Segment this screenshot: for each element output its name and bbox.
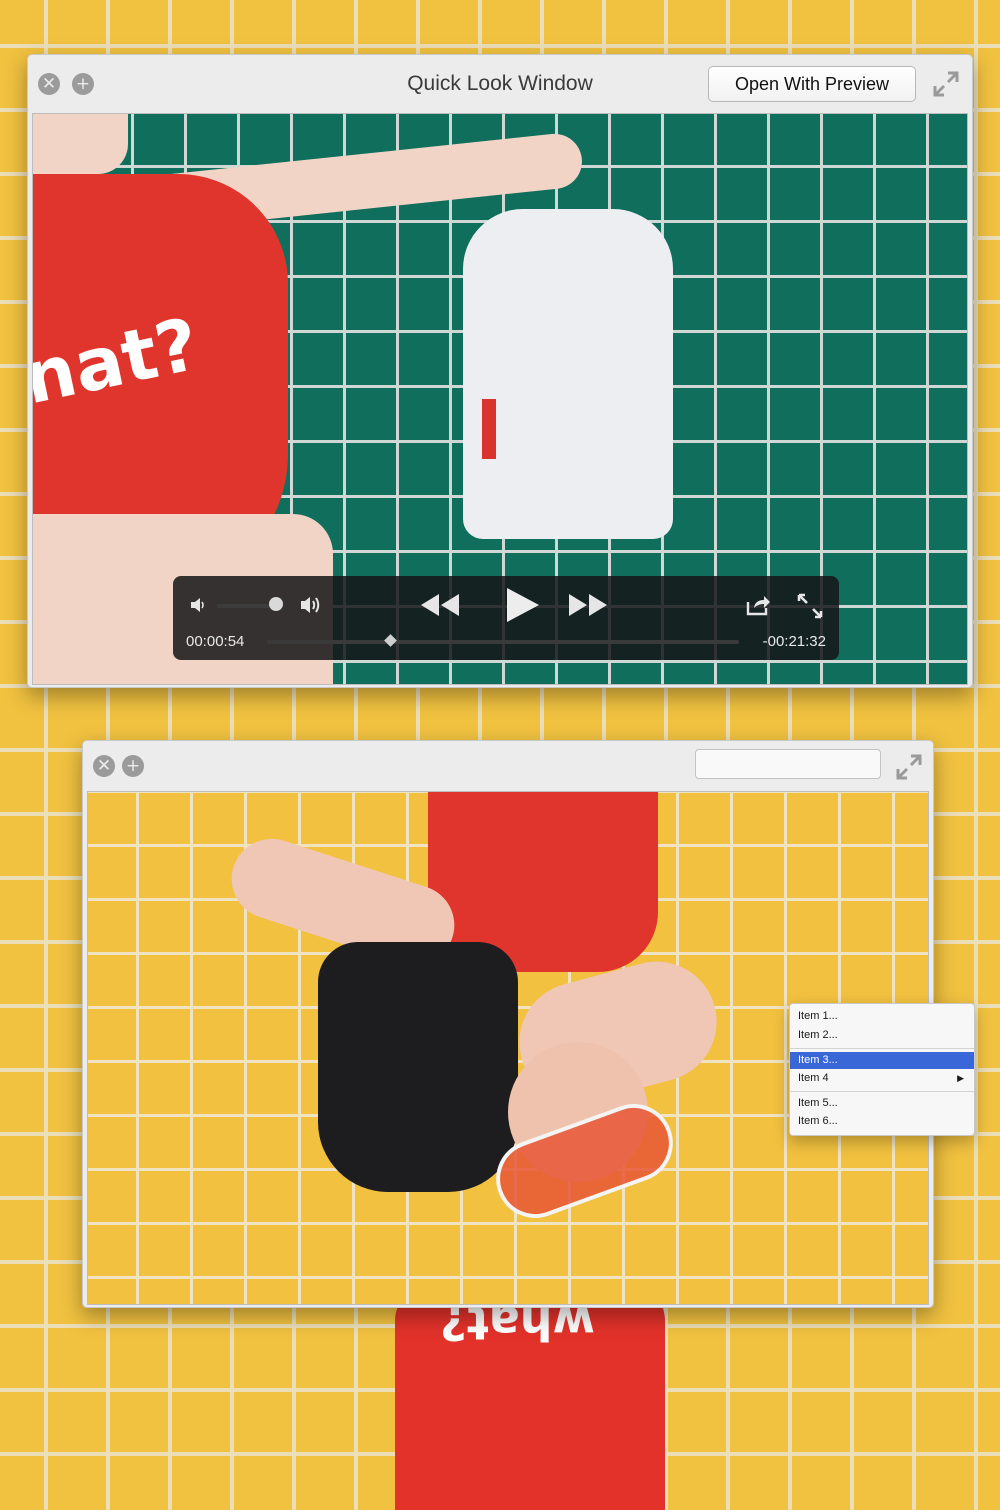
menu-item-1[interactable]: Item 1... (790, 1008, 974, 1025)
rewind-icon[interactable] (419, 592, 461, 618)
volume-high-icon[interactable] (299, 594, 325, 616)
media-preview: nat? 00:00:54 -00:21:32 (32, 113, 968, 685)
photo-face (33, 114, 128, 174)
menu-item-3[interactable]: Item 3... (790, 1052, 974, 1069)
share-icon[interactable] (745, 593, 771, 617)
search-input[interactable] (695, 749, 881, 779)
submenu-arrow-icon: ▶ (957, 1073, 964, 1083)
menu-item-4-label: Item 4 (798, 1072, 829, 1084)
title-bar: ✕ + Quick Look Window Open With Preview (28, 55, 972, 111)
add-button[interactable]: + (122, 755, 144, 777)
fullscreen-icon[interactable] (932, 70, 960, 98)
open-with-preview-button[interactable]: Open With Preview (708, 66, 916, 102)
elapsed-time: 00:00:54 (186, 633, 245, 650)
menu-separator (790, 1048, 974, 1049)
menu-item-4[interactable]: Item 4 ▶ (790, 1070, 974, 1087)
photo-backpack (463, 209, 673, 539)
context-menu: Item 1... Item 2... Item 3... Item 4 ▶ I… (789, 1003, 975, 1136)
volume-knob[interactable] (269, 597, 284, 611)
menu-item-2[interactable]: Item 2... (790, 1027, 974, 1044)
photo-backpack-tag (482, 399, 496, 459)
playback-scrubber[interactable] (267, 640, 739, 644)
media-controls: 00:00:54 -00:21:32 (173, 576, 839, 660)
photo-backpack (318, 942, 518, 1192)
play-icon[interactable] (503, 586, 541, 624)
playhead-knob[interactable] (383, 634, 397, 647)
menu-item-6[interactable]: Item 6... (790, 1113, 974, 1130)
close-button[interactable]: ✕ (93, 755, 115, 777)
volume-low-icon[interactable] (189, 596, 207, 614)
quick-look-window: ✕ + Quick Look Window Open With Preview … (27, 54, 973, 688)
menu-separator (790, 1091, 974, 1092)
menu-item-5[interactable]: Item 5... (790, 1095, 974, 1112)
fullscreen-icon[interactable] (797, 593, 823, 619)
fullscreen-icon[interactable] (895, 753, 923, 781)
title-bar: ✕ + (83, 741, 933, 797)
remaining-time: -00:21:32 (762, 633, 826, 650)
fast-forward-icon[interactable] (567, 592, 609, 618)
